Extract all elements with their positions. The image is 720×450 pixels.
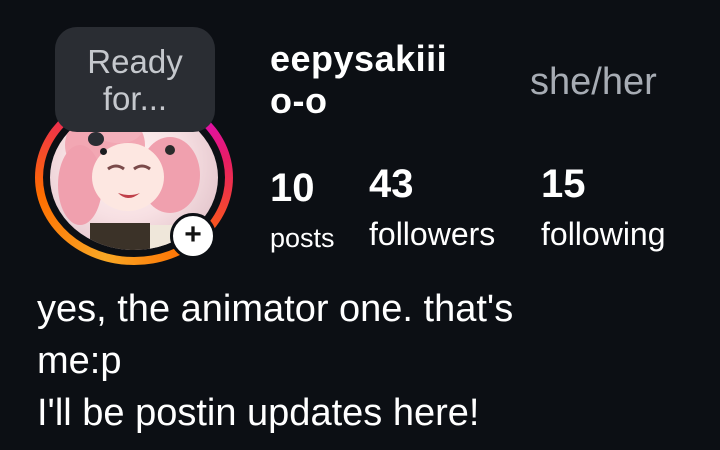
- tooltip-text: Ready for...: [87, 42, 183, 117]
- followers-stat[interactable]: 43 followers: [369, 162, 495, 252]
- bio-line: me:p: [37, 340, 122, 382]
- tooltip: Ready for...: [55, 27, 215, 132]
- followers-label: followers: [369, 216, 496, 252]
- posts-count: 10: [270, 166, 315, 210]
- pronouns: she/her: [530, 61, 657, 103]
- bio-line: yes, the animator one. that's: [37, 288, 514, 330]
- following-label: following: [541, 216, 666, 252]
- posts-stat[interactable]: 10 posts: [270, 166, 335, 256]
- bio: yes, the animator one. that's me:p I'll …: [37, 283, 707, 439]
- following-stat[interactable]: 15 following: [541, 162, 666, 252]
- posts-label: posts: [270, 223, 335, 253]
- add-story-button[interactable]: +: [170, 213, 216, 259]
- tooltip-tail-dot: [88, 132, 104, 146]
- tooltip-tail-small-dot: [100, 148, 107, 155]
- plus-icon: +: [184, 217, 202, 251]
- following-count: 15: [541, 162, 586, 206]
- bio-line: I'll be postin updates here!: [37, 392, 480, 434]
- followers-count: 43: [369, 162, 414, 206]
- username: eepysakiii o-o: [270, 38, 448, 121]
